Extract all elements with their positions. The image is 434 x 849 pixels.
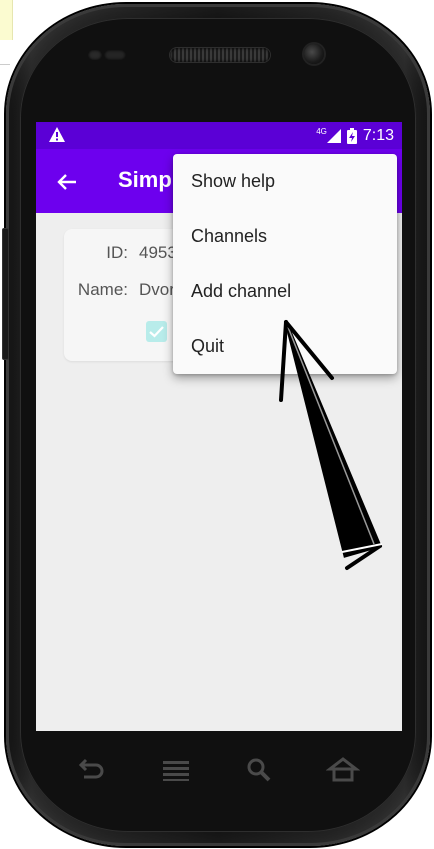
menu-item-quit[interactable]: Quit [173, 319, 397, 374]
volume-button [2, 228, 9, 360]
status-bar: 4G 7:13 [36, 122, 402, 149]
earpiece-speaker [170, 48, 270, 62]
back-icon[interactable] [74, 755, 108, 785]
overflow-menu: Show help Channels Add channel Quit [173, 154, 397, 374]
menu-item-add-channel[interactable]: Add channel [173, 264, 397, 319]
menu-item-show-help[interactable]: Show help [173, 154, 397, 209]
status-time: 7:13 [362, 127, 394, 144]
menu-item-label: Show help [191, 171, 276, 191]
proximity-sensor-icon [88, 50, 102, 60]
device-screen: 4G 7:13 Simpl ID: 4953 Name: Dvor Show h… [36, 122, 402, 731]
id-value: 4953 [139, 243, 177, 262]
background-divider [0, 64, 10, 65]
back-arrow-icon[interactable] [56, 171, 78, 193]
front-camera-icon [304, 44, 324, 64]
warning-icon [49, 127, 65, 142]
light-sensor-icon [104, 50, 126, 60]
home-icon[interactable] [326, 755, 360, 785]
status-indicators: 4G 7:13 [316, 125, 394, 147]
menu-item-label: Channels [191, 226, 268, 246]
name-value: Dvor [139, 280, 175, 299]
cell-signal-icon [326, 129, 341, 143]
name-label: Name: [77, 280, 128, 299]
id-label: ID: [106, 243, 128, 262]
enabled-checkbox[interactable] [146, 321, 167, 342]
checkmark-icon [149, 326, 164, 338]
background-window-edge [0, 0, 13, 40]
menu-icon[interactable] [159, 755, 193, 785]
menu-item-label: Add channel [191, 281, 292, 301]
navigation-bar [36, 731, 402, 811]
app-title: Simpl [118, 167, 178, 192]
screenshot-page: 4G 7:13 Simpl ID: 4953 Name: Dvor Show h… [0, 0, 434, 849]
menu-item-label: Quit [191, 336, 225, 356]
battery-charging-icon [346, 128, 357, 144]
menu-item-channels[interactable]: Channels [173, 209, 397, 264]
network-type-label: 4G [316, 126, 327, 136]
search-icon[interactable] [242, 755, 276, 785]
